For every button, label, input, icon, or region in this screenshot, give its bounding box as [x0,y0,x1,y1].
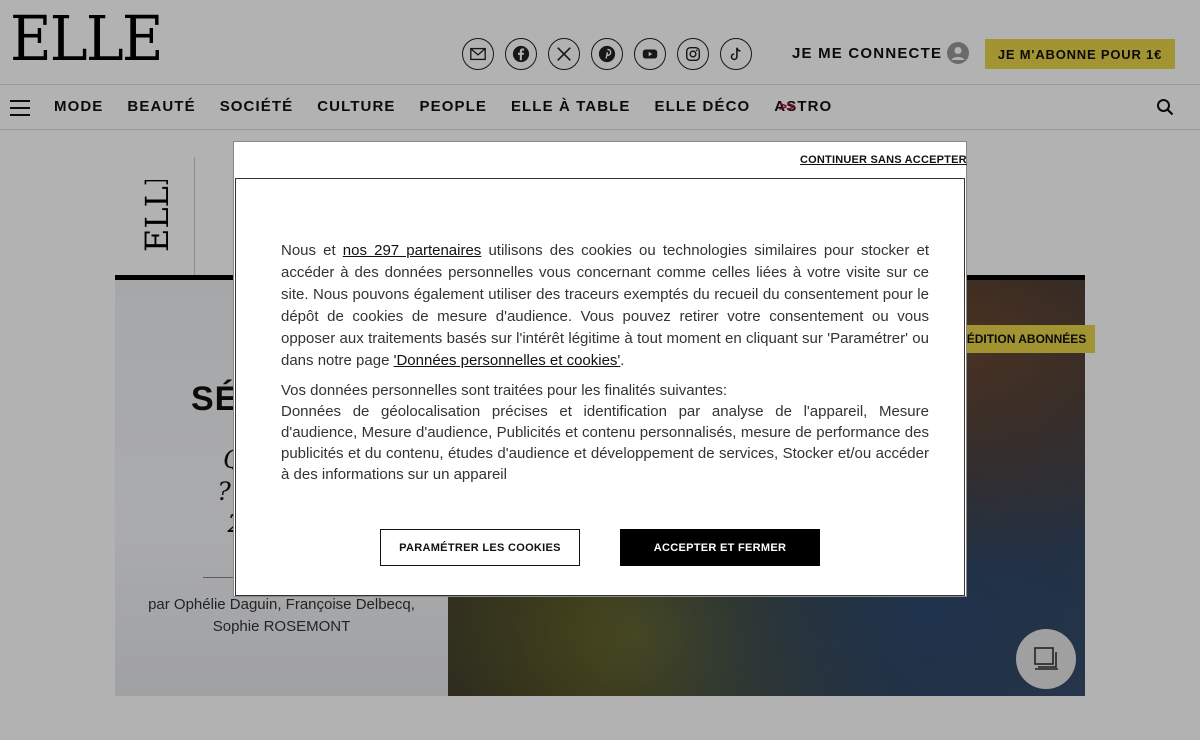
personal-data-link[interactable]: 'Données personnelles et cookies' [394,352,621,369]
configure-cookies-button[interactable]: PARAMÉTRER LES COOKIES [380,529,580,566]
continue-without-accepting-link[interactable]: CONTINUER SANS ACCEPTER [800,154,967,166]
accept-and-close-button[interactable]: ACCEPTER ET FERMER [620,529,820,566]
purposes-text: Données de géolocalisation précises et i… [281,403,929,483]
intro-body: utilisons des cookies ou technologies si… [281,242,929,369]
consent-purposes: Vos données personnelles sont traitées p… [281,380,929,485]
partners-link[interactable]: nos 297 partenaires [343,242,482,259]
consent-intro: Nous et nos 297 partenaires utilisons de… [281,240,929,372]
intro-end: . [620,352,625,369]
intro-pre: Nous et [281,242,343,259]
purposes-title: Vos données personnelles sont traitées p… [281,382,728,399]
